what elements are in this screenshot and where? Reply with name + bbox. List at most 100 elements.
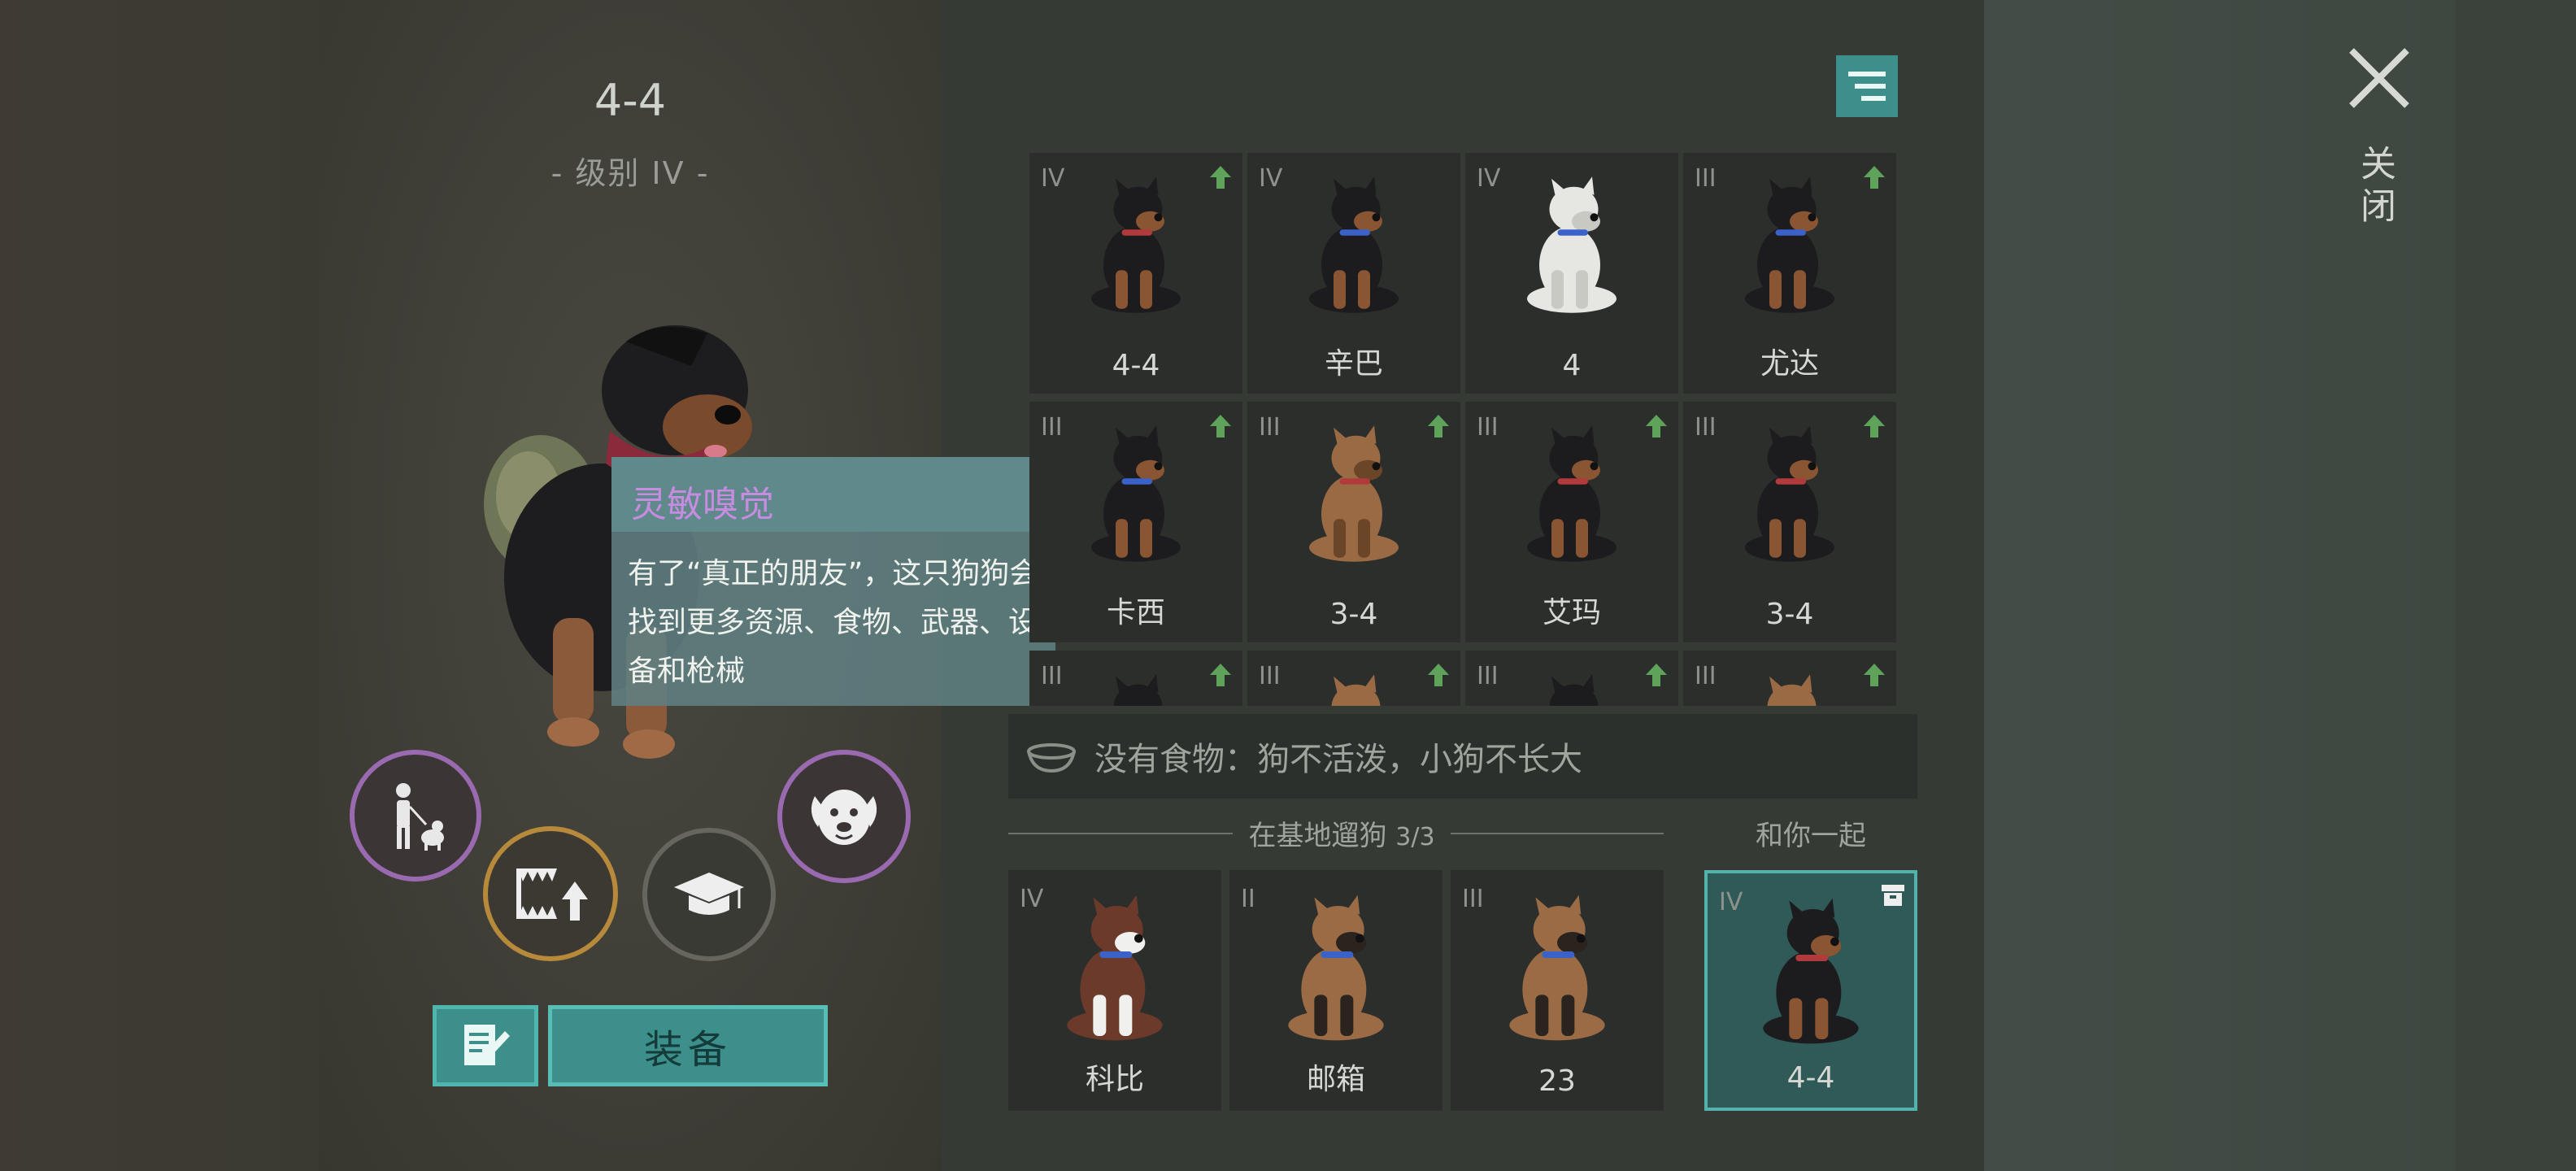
dog-name: 邮箱 <box>1306 1063 1365 1096</box>
dog-name: 4-4 <box>1786 1061 1835 1095</box>
dog-grid: IV 4-4 IV 辛巴 IV 4 III 尤达 III 卡西 III 3-4 III 艾玛 III 3-4 I… <box>1029 153 1899 706</box>
dog-card[interactable]: III <box>1465 651 1678 706</box>
equip-button[interactable]: 装备 <box>548 1005 828 1086</box>
dog-tier: IV <box>1719 888 1743 916</box>
dog-name: 辛巴 <box>1324 347 1383 381</box>
dog-portrait <box>1511 168 1633 325</box>
dog-tier: III <box>1041 413 1063 442</box>
dog-tier: III <box>1041 662 1063 690</box>
upgrade-indicator <box>1862 413 1886 442</box>
dog-face-button[interactable] <box>777 750 911 883</box>
dog-portrait <box>1293 665 1415 706</box>
upgrade-arrow-icon <box>1864 664 1885 686</box>
close-icon[interactable] <box>2345 44 2413 112</box>
dog-card[interactable]: III 3-4 <box>1683 402 1896 642</box>
dog-portrait <box>1511 665 1633 706</box>
dog-card[interactable]: III 3-4 <box>1247 402 1460 642</box>
tooltip-title: 灵敏嗅觉 <box>611 457 1055 532</box>
upgrade-arrow-icon <box>1864 415 1885 437</box>
upgrade-indicator <box>1208 662 1233 691</box>
dog-tier: III <box>1477 413 1499 442</box>
dog-card[interactable]: III <box>1683 651 1896 706</box>
walking-dog-card[interactable]: II 邮箱 <box>1229 870 1442 1111</box>
upgrade-arrow-icon <box>1864 166 1885 189</box>
dog-card[interactable]: III 尤达 <box>1683 153 1896 394</box>
dog-card[interactable]: IV 辛巴 <box>1247 153 1460 394</box>
dog-portrait <box>1729 416 1851 574</box>
dog-portrait <box>1075 416 1197 574</box>
dog-portrait <box>1075 168 1197 325</box>
upgrade-indicator <box>1644 662 1669 691</box>
upgrade-indicator <box>1862 662 1886 691</box>
dog-name: 科比 <box>1085 1063 1144 1096</box>
dog-name: 3-4 <box>1765 598 1814 631</box>
dog-portrait <box>1729 665 1851 706</box>
dog-card[interactable]: III 艾玛 <box>1465 402 1678 642</box>
food-bowl-icon <box>1027 743 1076 773</box>
teeth-upgrade-button[interactable] <box>483 826 618 961</box>
walking-label: 在基地遛狗 3/3 <box>1236 813 1447 853</box>
close-label[interactable]: 关闭 <box>2354 145 2400 229</box>
background-left-edge <box>0 0 319 1171</box>
dog-portrait <box>1271 886 1401 1052</box>
dog-card[interactable]: IV 4-4 <box>1029 153 1242 394</box>
dog-card[interactable]: III <box>1247 651 1460 706</box>
walking-dog-card[interactable]: IV 科比 <box>1008 870 1221 1111</box>
upgrade-indicator <box>1426 662 1451 691</box>
dog-portrait <box>1050 886 1180 1052</box>
walk-perk-button[interactable] <box>350 750 481 882</box>
dog-tier: IV <box>1477 164 1501 193</box>
dog-name: 4 <box>1562 349 1582 382</box>
with-you-dog-card[interactable]: IV 4-4 <box>1704 870 1917 1111</box>
food-status-bar: 没有食物：狗不活泼，小狗不长大 <box>1008 714 1917 799</box>
dog-tier: II <box>1241 885 1255 913</box>
upgrade-arrow-icon <box>1428 664 1449 686</box>
dog-tier: III <box>1695 662 1717 690</box>
upgrade-indicator <box>1862 164 1886 194</box>
dog-card[interactable]: III <box>1029 651 1242 706</box>
walking-dog-card[interactable]: III 23 <box>1451 870 1664 1111</box>
walking-section-header: 在基地遛狗 3/3 <box>1008 813 1664 854</box>
food-status-text: 没有食物：狗不活泼，小狗不长大 <box>1094 741 1582 778</box>
dog-card[interactable]: III 卡西 <box>1029 402 1242 642</box>
tooltip-description: 有了“真正的朋友”，这只狗狗会找到更多资源、食物、武器、设备和枪械 <box>628 557 1039 688</box>
filter-button[interactable] <box>1836 55 1898 117</box>
upgrade-arrow-icon <box>1210 166 1231 189</box>
filter-icon <box>1848 72 1886 101</box>
person-with-dog-icon <box>396 783 444 851</box>
dog-portrait <box>1293 416 1415 574</box>
teeth-upgrade-icon <box>516 868 588 921</box>
upgrade-indicator <box>1208 164 1233 194</box>
upgrade-indicator <box>1208 413 1233 442</box>
training-button[interactable] <box>642 828 776 961</box>
dog-face-icon <box>811 790 877 845</box>
dog-name: 尤达 <box>1760 347 1819 381</box>
dog-portrait <box>1729 168 1851 325</box>
upgrade-arrow-icon <box>1646 415 1667 437</box>
dog-tier: III <box>1259 662 1281 690</box>
with-you-label: 和你一起 <box>1756 820 1866 852</box>
dog-portrait <box>1746 890 1876 1056</box>
selected-dog-name: 4-4 <box>594 75 667 126</box>
dog-portrait <box>1075 665 1197 706</box>
dog-tier: IV <box>1259 164 1283 193</box>
perk-tooltip: 灵敏嗅觉 有了“真正的朋友”，这只狗狗会找到更多资源、食物、武器、设备和枪械 <box>611 457 1055 706</box>
dog-portrait <box>1492 886 1622 1052</box>
dog-portrait <box>1511 416 1633 574</box>
notes-button[interactable] <box>433 1005 538 1086</box>
dog-name: 艾玛 <box>1542 596 1601 629</box>
dog-tier: III <box>1695 413 1717 442</box>
dog-tier: III <box>1259 413 1281 442</box>
upgrade-arrow-icon <box>1210 415 1231 437</box>
upgrade-arrow-icon <box>1646 664 1667 686</box>
selected-dog-level: - 级别 IV - <box>550 155 710 191</box>
dog-name: 3-4 <box>1329 598 1378 631</box>
walking-count: 3/3 <box>1395 823 1435 851</box>
dog-portrait <box>1293 168 1415 325</box>
notes-edit-icon <box>464 1025 510 1065</box>
dog-tier: III <box>1462 885 1484 913</box>
dog-card[interactable]: IV 4 <box>1465 153 1678 394</box>
upgrade-indicator <box>1644 413 1669 442</box>
storage-box-icon <box>1882 885 1904 906</box>
graduation-cap-icon <box>674 873 744 915</box>
